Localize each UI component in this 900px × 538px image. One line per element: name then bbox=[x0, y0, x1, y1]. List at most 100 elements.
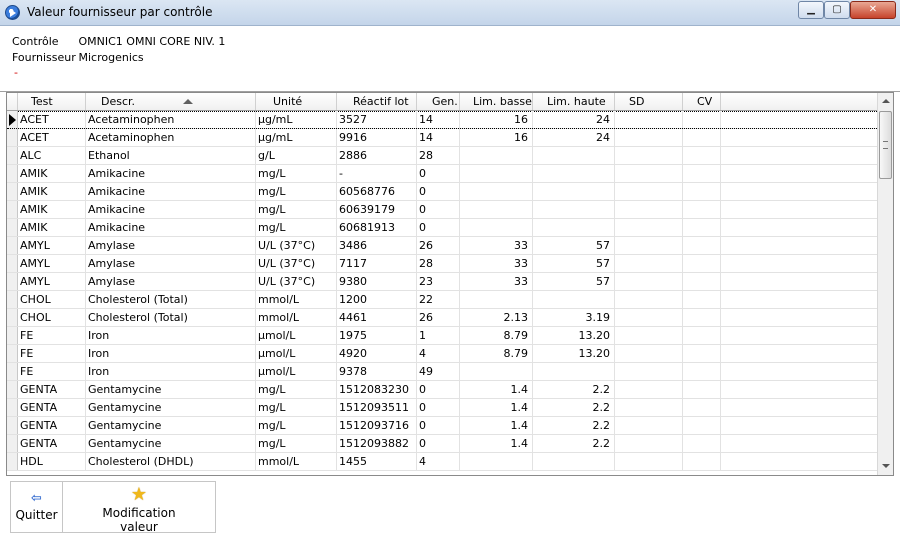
table-row[interactable]: CHOL Cholesterol (Total) mmol/L 1200 22 bbox=[7, 291, 887, 309]
cell-cv bbox=[683, 147, 721, 164]
cell-sd bbox=[615, 435, 683, 452]
table-row[interactable]: HDL Cholesterol (DHDL) mmol/L 1455 4 bbox=[7, 453, 887, 471]
row-selector[interactable] bbox=[7, 453, 18, 470]
cell-lim-haute: 57 bbox=[533, 237, 615, 254]
row-selector[interactable] bbox=[7, 201, 18, 218]
row-selector[interactable] bbox=[7, 399, 18, 416]
cell-lim-basse bbox=[460, 291, 533, 308]
table-row[interactable]: CHOL Cholesterol (Total) mmol/L 4461 26 2.13 3… bbox=[7, 309, 887, 327]
cell-reactif-lot: 60681913 bbox=[337, 219, 417, 236]
table-row[interactable]: FE Iron µmol/L 9378 49 bbox=[7, 363, 887, 381]
cell-unite: mmol/L bbox=[256, 291, 337, 308]
cell-lim-haute bbox=[533, 183, 615, 200]
header-test[interactable]: Test bbox=[18, 93, 86, 110]
table-row[interactable]: ALC Ethanol g/L 2886 28 bbox=[7, 147, 887, 165]
row-selector[interactable] bbox=[7, 345, 18, 362]
cell-gen: 14 bbox=[417, 129, 460, 146]
scroll-up-icon[interactable] bbox=[878, 93, 893, 110]
row-selector[interactable] bbox=[7, 381, 18, 398]
table-row[interactable]: ACET Acetaminophen µg/mL 9916 14 16 24 bbox=[7, 129, 887, 147]
star-icon: ★ bbox=[130, 484, 148, 505]
table-row[interactable]: AMYL Amylase U/L (37°C) 9380 23 33 57 bbox=[7, 273, 887, 291]
cell-reactif-lot: 1512093882 bbox=[337, 435, 417, 452]
cell-cv bbox=[683, 345, 721, 362]
close-button[interactable]: ✕ bbox=[850, 1, 896, 19]
table-row[interactable]: AMYL Amylase U/L (37°C) 7117 28 33 57 bbox=[7, 255, 887, 273]
row-selector[interactable] bbox=[7, 183, 18, 200]
vertical-scrollbar[interactable] bbox=[877, 93, 893, 475]
table-row[interactable]: AMIK Amikacine mg/L 60568776 0 bbox=[7, 183, 887, 201]
cell-sd bbox=[615, 309, 683, 326]
row-selector[interactable] bbox=[7, 417, 18, 434]
cell-descr: Cholesterol (DHDL) bbox=[86, 453, 256, 470]
cell-descr: Iron bbox=[86, 363, 256, 380]
header-reactif-lot[interactable]: Réactif lot bbox=[337, 93, 417, 110]
cell-unite: mg/L bbox=[256, 417, 337, 434]
row-selector[interactable] bbox=[7, 255, 18, 272]
table-row[interactable]: GENTA Gentamycine mg/L 1512083230 0 1.4 2.2 bbox=[7, 381, 887, 399]
cell-lim-haute: 2.2 bbox=[533, 435, 615, 452]
cell-cv bbox=[683, 219, 721, 236]
cell-sd bbox=[615, 291, 683, 308]
supplier-values-grid[interactable]: Test Descr. Unité Réactif lot Gen. Lim. … bbox=[6, 92, 894, 476]
table-row[interactable]: ACET Acetaminophen µg/mL 3527 14 16 24 bbox=[7, 111, 887, 129]
cell-sd bbox=[615, 147, 683, 164]
table-row[interactable]: AMIK Amikacine mg/L 60681913 0 bbox=[7, 219, 887, 237]
maximize-button[interactable]: ▢ bbox=[824, 1, 850, 19]
row-selector[interactable] bbox=[7, 237, 18, 254]
row-selector[interactable] bbox=[7, 147, 18, 164]
header-descr[interactable]: Descr. bbox=[86, 93, 256, 110]
table-row[interactable]: AMIK Amikacine mg/L -0 bbox=[7, 165, 887, 183]
row-selector[interactable] bbox=[7, 309, 18, 326]
quit-button[interactable]: ⇦ Quitter bbox=[10, 481, 63, 533]
cell-sd bbox=[615, 273, 683, 290]
scrollbar-thumb[interactable] bbox=[879, 111, 892, 179]
cell-lim-haute: 13.20 bbox=[533, 327, 615, 344]
row-selector[interactable] bbox=[7, 219, 18, 236]
row-selector[interactable] bbox=[7, 273, 18, 290]
table-row[interactable]: GENTA Gentamycine mg/L 1512093716 0 1.4 2.2 bbox=[7, 417, 887, 435]
header-lim-basse[interactable]: Lim. basse bbox=[460, 93, 533, 110]
header-cv[interactable]: CV bbox=[683, 93, 721, 110]
table-row[interactable]: FE Iron µmol/L 1975 1 8.79 13.20 bbox=[7, 327, 887, 345]
cell-unite: µmol/L bbox=[256, 327, 337, 344]
scroll-down-icon[interactable] bbox=[878, 458, 893, 475]
table-row[interactable]: AMIK Amikacine mg/L 60639179 0 bbox=[7, 201, 887, 219]
cell-test: AMYL bbox=[18, 237, 86, 254]
row-selector[interactable] bbox=[7, 291, 18, 308]
cell-reactif-lot: 7117 bbox=[337, 255, 417, 272]
cell-unite: µg/mL bbox=[256, 129, 337, 146]
header-sd[interactable]: SD bbox=[615, 93, 683, 110]
header-unite[interactable]: Unité bbox=[256, 93, 337, 110]
table-row[interactable]: AMYL Amylase U/L (37°C) 3486 26 33 57 bbox=[7, 237, 887, 255]
window-title: Valeur fournisseur par contrôle bbox=[27, 5, 213, 19]
table-row[interactable]: GENTA Gentamycine mg/L 1512093882 0 1.4 2.2 bbox=[7, 435, 887, 453]
cell-reactif-lot: 3527 bbox=[337, 111, 417, 128]
table-row[interactable]: GENTA Gentamycine mg/L 1512093511 0 1.4 2.2 bbox=[7, 399, 887, 417]
row-selector[interactable] bbox=[7, 129, 18, 146]
modify-value-button[interactable]: ★ Modification valeur bbox=[62, 481, 216, 534]
cell-lim-basse: 16 bbox=[460, 111, 533, 128]
cell-lim-basse: 2.13 bbox=[460, 309, 533, 326]
title-bar: Valeur fournisseur par contrôle ▁ ▢ ✕ bbox=[0, 0, 900, 26]
table-row[interactable]: FE Iron µmol/L 4920 4 8.79 13.20 bbox=[7, 345, 887, 363]
cell-lim-haute bbox=[533, 147, 615, 164]
current-row-arrow-icon[interactable] bbox=[7, 111, 18, 128]
row-selector[interactable] bbox=[7, 165, 18, 182]
cell-cv bbox=[683, 183, 721, 200]
row-selector[interactable] bbox=[7, 435, 18, 452]
minimize-button[interactable]: ▁ bbox=[798, 1, 824, 19]
cell-reactif-lot: 1455 bbox=[337, 453, 417, 470]
cell-lim-haute bbox=[533, 201, 615, 218]
modify-label-line2: valeur bbox=[120, 520, 158, 534]
cell-gen: 22 bbox=[417, 291, 460, 308]
row-selector[interactable] bbox=[7, 363, 18, 380]
cell-unite: mg/L bbox=[256, 183, 337, 200]
row-selector[interactable] bbox=[7, 327, 18, 344]
header-lim-haute[interactable]: Lim. haute bbox=[533, 93, 615, 110]
cell-lim-basse: 1.4 bbox=[460, 435, 533, 452]
header-gen[interactable]: Gen. bbox=[417, 93, 460, 110]
cell-gen: 26 bbox=[417, 237, 460, 254]
cell-descr: Amikacine bbox=[86, 165, 256, 182]
cell-descr: Acetaminophen bbox=[86, 111, 256, 128]
